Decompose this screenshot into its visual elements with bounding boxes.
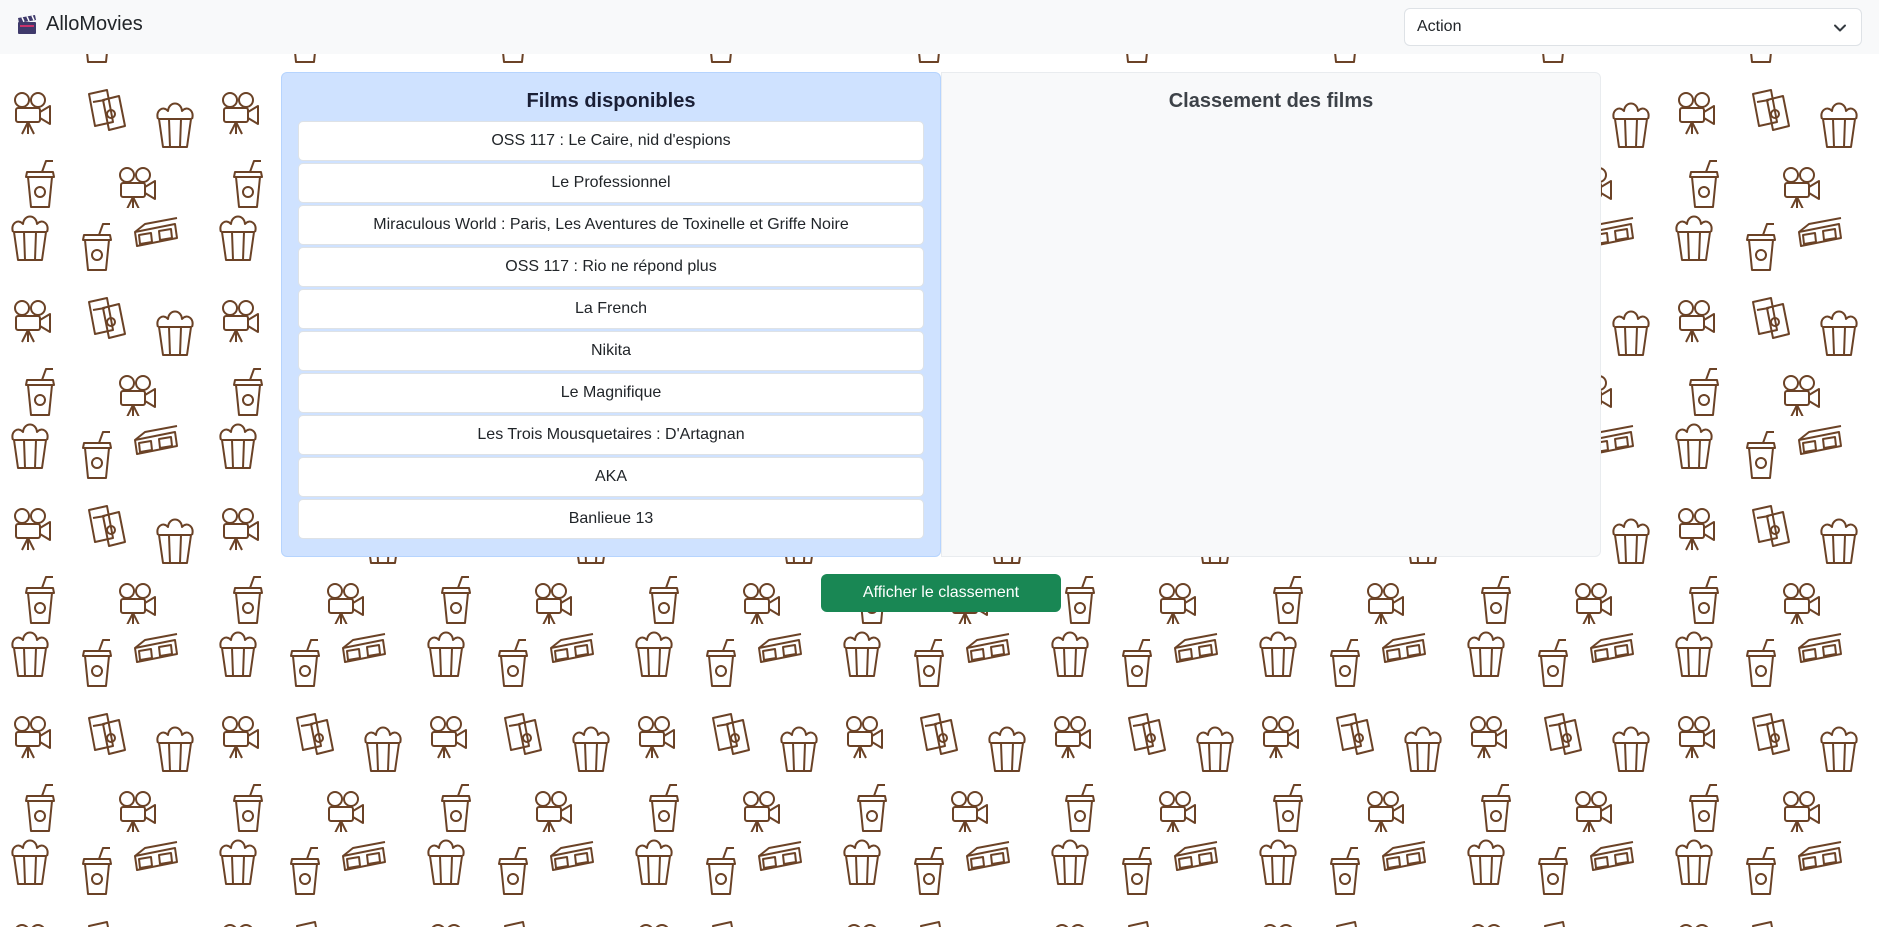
film-item[interactable]: OSS 117 : Rio ne répond plus xyxy=(298,247,924,287)
ranking-panel[interactable]: Classement des films xyxy=(941,72,1601,557)
ranking-title: Classement des films xyxy=(1168,90,1374,112)
available-films-list: OSS 117 : Le Caire, nid d'espions Le Pro… xyxy=(298,121,924,541)
film-item[interactable]: Les Trois Mousquetaires : D'Artagnan xyxy=(298,415,924,455)
navbar: AlloMovies Action xyxy=(0,0,1879,54)
film-item[interactable]: La French xyxy=(298,289,924,329)
show-ranking-button[interactable]: Afficher le classement xyxy=(821,574,1061,612)
film-item[interactable]: Miraculous World : Paris, Les Aventures … xyxy=(298,205,924,245)
film-item[interactable]: Le Professionnel xyxy=(298,163,924,203)
genre-select[interactable]: Action xyxy=(1404,8,1862,46)
genre-select-value: Action xyxy=(1417,18,1462,35)
available-films-panel: Films disponibles OSS 117 : Le Caire, ni… xyxy=(281,72,941,557)
film-item[interactable]: Le Magnifique xyxy=(298,373,924,413)
available-films-title: Films disponibles xyxy=(526,90,696,112)
film-item[interactable]: Nikita xyxy=(298,331,924,371)
clapperboard-icon xyxy=(18,14,36,34)
film-item[interactable]: AKA xyxy=(298,457,924,497)
chevron-down-icon xyxy=(1834,24,1846,32)
brand-name: AlloMovies xyxy=(46,13,143,35)
brand-link[interactable]: AlloMovies xyxy=(16,13,143,36)
film-item[interactable]: OSS 117 : Le Caire, nid d'espions xyxy=(298,121,924,161)
film-item[interactable]: Banlieue 13 xyxy=(298,499,924,539)
